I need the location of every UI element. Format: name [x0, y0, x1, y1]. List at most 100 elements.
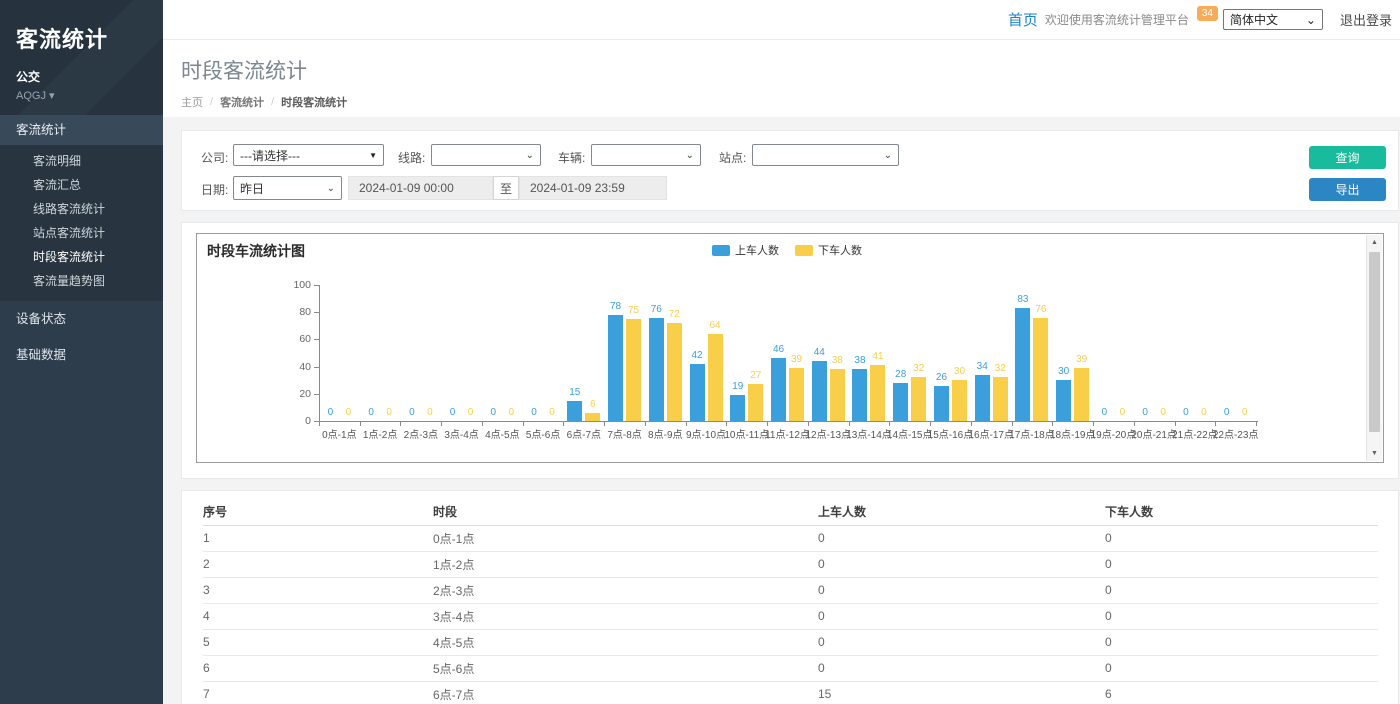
main-content: 公司: ---请选择--- ▼ 线路: ⌄ 车辆: ⌄ 站点: ⌄ 日期: 昨日… [163, 117, 1400, 704]
table-cell: 1 [203, 525, 433, 551]
table-row[interactable]: 10点-1点00 [203, 525, 1378, 551]
company-select[interactable]: ---请选择--- ▼ [233, 144, 384, 166]
y-axis-tick [314, 285, 319, 286]
table-cell: 5 [203, 629, 433, 655]
bar-下车人数[interactable] [952, 380, 967, 421]
scroll-down-arrow-icon[interactable]: ▼ [1367, 446, 1382, 461]
bar-上车人数[interactable] [1056, 380, 1071, 421]
scrollbar-thumb[interactable] [1369, 252, 1380, 432]
date-preset-select[interactable]: 昨日 ⌄ [233, 176, 342, 200]
bar-下车人数[interactable] [708, 334, 723, 421]
date-to-input[interactable]: 2024-01-09 23:59 [519, 176, 667, 200]
breadcrumb-home[interactable]: 主页 [181, 94, 203, 110]
bar-上车人数[interactable] [852, 369, 867, 421]
company-label: 公司: [201, 149, 228, 166]
bar-value-label: 0 [1228, 407, 1262, 418]
bar-上车人数[interactable] [649, 318, 664, 421]
sidebar-submenu-item[interactable]: 客流量趋势图 [0, 269, 163, 293]
notification-badge[interactable]: 34 [1197, 6, 1218, 21]
line-select[interactable]: ⌄ [431, 144, 541, 166]
legend-label: 下车人数 [818, 242, 862, 258]
sidebar-items: 设备状态基础数据 [0, 301, 163, 373]
legend-item[interactable]: 下车人数 [795, 242, 862, 258]
org-selector[interactable]: AQGJ ▾ [16, 89, 147, 102]
bar-value-label: 0 [535, 407, 569, 418]
chevron-down-icon: ⌄ [1306, 13, 1316, 27]
table-cell: 0 [1105, 603, 1378, 629]
query-button[interactable]: 查询 [1309, 146, 1386, 169]
home-link[interactable]: 首页 [1008, 9, 1038, 30]
date-from-input[interactable]: 2024-01-09 00:00 [348, 176, 493, 200]
bar-chart: 时段车流统计图 上车人数下车人数 ▲ ▼ 0204060801000点-1点00… [196, 233, 1384, 463]
bar-下车人数[interactable] [993, 377, 1008, 421]
topbar: 首页 欢迎使用客流统计管理平台 34 简体中文 ⌄ 退出登录 [163, 0, 1400, 40]
logout-link[interactable]: 退出登录 [1340, 10, 1392, 29]
chevron-down-icon: ▾ [49, 90, 55, 102]
language-select[interactable]: 简体中文 ⌄ [1223, 9, 1323, 30]
bar-上车人数[interactable] [893, 383, 908, 421]
table-cell: 3点-4点 [433, 603, 818, 629]
vehicle-select[interactable]: ⌄ [591, 144, 701, 166]
sidebar-submenu-item[interactable]: 客流汇总 [0, 173, 163, 197]
station-select[interactable]: ⌄ [752, 144, 899, 166]
scroll-up-arrow-icon[interactable]: ▲ [1367, 235, 1382, 250]
bar-上车人数[interactable] [730, 395, 745, 421]
bar-上车人数[interactable] [608, 315, 623, 421]
chevron-down-icon: ⌄ [686, 150, 694, 161]
bar-下车人数[interactable] [789, 368, 804, 421]
sidebar-item[interactable]: 设备状态 [0, 301, 163, 337]
bar-上车人数[interactable] [771, 358, 786, 421]
sidebar-submenu-item[interactable]: 线路客流统计 [0, 197, 163, 221]
table-row[interactable]: 43点-4点00 [203, 603, 1378, 629]
table-column-header: 序号 [203, 498, 433, 525]
table-row[interactable]: 21点-2点00 [203, 551, 1378, 577]
bar-value-label: 6 [576, 399, 610, 410]
table-cell: 0 [818, 525, 1105, 551]
date-range-to-label: 至 [493, 176, 519, 200]
legend-swatch [795, 245, 813, 256]
breadcrumb-separator: / [210, 96, 213, 108]
legend-item[interactable]: 上车人数 [712, 242, 779, 258]
bar-上车人数[interactable] [934, 386, 949, 421]
table-cell: 0 [818, 577, 1105, 603]
chart-scrollbar[interactable]: ▲ ▼ [1366, 235, 1382, 461]
bar-下车人数[interactable] [667, 323, 682, 421]
bar-上车人数[interactable] [1015, 308, 1030, 421]
y-axis-tick [314, 367, 319, 368]
y-axis-tick-label: 60 [281, 333, 311, 345]
table-row[interactable]: 32点-3点00 [203, 577, 1378, 603]
bar-下车人数[interactable] [911, 377, 926, 421]
chart-panel: 时段车流统计图 上车人数下车人数 ▲ ▼ 0204060801000点-1点00… [181, 222, 1399, 479]
bar-下车人数[interactable] [748, 384, 763, 421]
bar-value-label: 32 [983, 363, 1017, 374]
chevron-down-icon: ⌄ [526, 150, 534, 161]
bar-下车人数[interactable] [626, 319, 641, 421]
table-cell: 3 [203, 577, 433, 603]
table-cell: 5点-6点 [433, 655, 818, 681]
export-button[interactable]: 导出 [1309, 178, 1386, 201]
y-axis-tick-label: 0 [281, 415, 311, 427]
sidebar-submenu-item[interactable]: 客流明细 [0, 149, 163, 173]
company-select-value: ---请选择--- [240, 147, 300, 164]
legend-swatch [712, 245, 730, 256]
sidebar-submenu-item[interactable]: 站点客流统计 [0, 221, 163, 245]
page-title: 时段客流统计 [181, 55, 1400, 85]
table-row[interactable]: 54点-5点00 [203, 629, 1378, 655]
station-label: 站点: [719, 149, 746, 166]
bar-上车人数[interactable] [975, 375, 990, 421]
bar-上车人数[interactable] [812, 361, 827, 421]
sidebar-submenu-item[interactable]: 时段客流统计 [0, 245, 163, 269]
y-axis-tick-label: 100 [281, 279, 311, 291]
sidebar-item[interactable]: 基础数据 [0, 337, 163, 373]
table-row[interactable]: 65点-6点00 [203, 655, 1378, 681]
table-header-row: 序号时段上车人数下车人数 [203, 498, 1378, 525]
table-row[interactable]: 76点-7点156 [203, 681, 1378, 704]
sidebar-section-passenger-stats[interactable]: 客流统计 [0, 115, 163, 145]
breadcrumb-section[interactable]: 客流统计 [220, 94, 264, 110]
bar-下车人数[interactable] [585, 413, 600, 421]
bar-上车人数[interactable] [690, 364, 705, 421]
y-axis-tick-label: 40 [281, 361, 311, 373]
table-cell: 0 [818, 551, 1105, 577]
y-axis-tick [314, 312, 319, 313]
bar-下车人数[interactable] [830, 369, 845, 421]
